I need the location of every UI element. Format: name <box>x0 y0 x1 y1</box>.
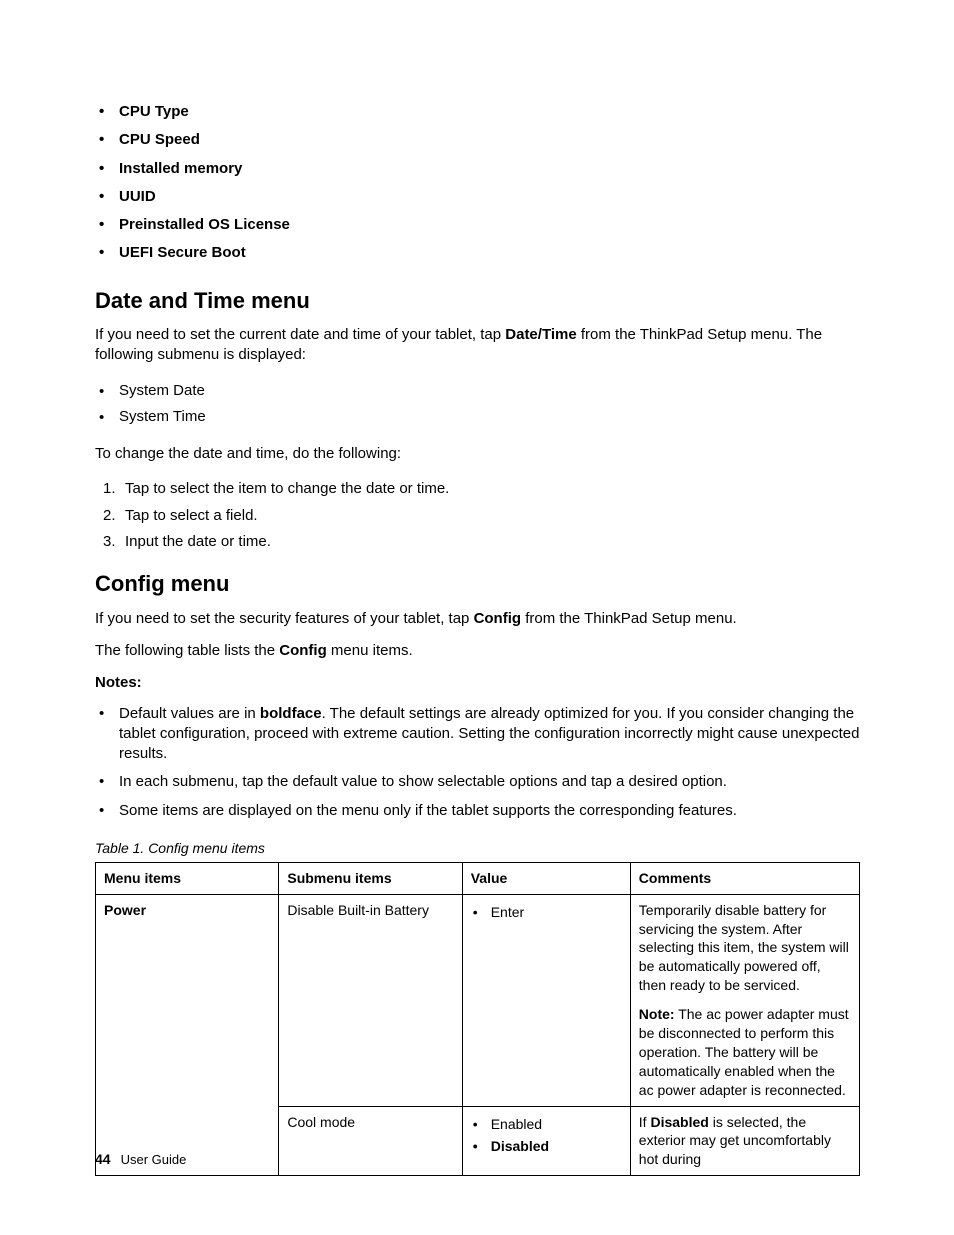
datetime-submenu-list: System Date System Time <box>95 378 860 431</box>
text: from the ThinkPad Setup menu. <box>521 610 737 627</box>
col-menu-items: Menu items <box>96 862 279 894</box>
footer-title: User Guide <box>121 1152 187 1167</box>
step-item: Tap to select a field. <box>103 503 860 529</box>
list-item: System Date <box>95 378 860 404</box>
cell-submenu: Cool mode <box>279 1106 462 1176</box>
text: If you need to set the security features… <box>95 610 474 627</box>
change-intro: To change the date and time, do the foll… <box>95 444 860 464</box>
page-footer: 44 User Guide <box>95 1150 186 1169</box>
config-table: Menu items Submenu items Value Comments … <box>95 862 860 1176</box>
text: menu items. <box>327 642 413 659</box>
text: If <box>639 1114 651 1130</box>
bold-term: Config <box>474 610 521 627</box>
date-time-intro: If you need to set the current date and … <box>95 325 860 366</box>
cell-value: Enter <box>462 894 630 1106</box>
cell-comments: If Disabled is selected, the exterior ma… <box>630 1106 859 1176</box>
col-comments: Comments <box>630 862 859 894</box>
notes-list: Default values are in boldface. The defa… <box>95 700 860 825</box>
list-item: CPU Speed <box>95 126 860 154</box>
table-header-row: Menu items Submenu items Value Comments <box>96 862 860 894</box>
comment-text: Temporarily disable battery for servicin… <box>639 901 851 995</box>
page-number: 44 <box>95 1151 111 1167</box>
note-item: Some items are displayed on the menu onl… <box>95 797 860 825</box>
bold-term: Disabled <box>650 1114 708 1130</box>
bold-term: Date/Time <box>505 326 576 343</box>
config-intro: If you need to set the security features… <box>95 609 860 629</box>
list-item: Installed memory <box>95 155 860 183</box>
text: The following table lists the <box>95 642 279 659</box>
notes-label: Notes: <box>95 673 860 693</box>
date-time-heading: Date and Time menu <box>95 286 860 316</box>
config-heading: Config menu <box>95 569 860 599</box>
steps-list: Tap to select the item to change the dat… <box>103 476 860 555</box>
system-info-list: CPU Type CPU Speed Installed memory UUID… <box>95 98 860 268</box>
text: If you need to set the current date and … <box>95 326 505 343</box>
note-item: Default values are in boldface. The defa… <box>95 700 860 769</box>
list-item: UUID <box>95 183 860 211</box>
step-item: Input the date or time. <box>103 529 860 555</box>
list-item: System Time <box>95 404 860 430</box>
bold-term: boldface <box>260 705 322 722</box>
list-item: CPU Type <box>95 98 860 126</box>
note-item: In each submenu, tap the default value t… <box>95 768 860 796</box>
cell-menu: Power <box>96 894 279 1176</box>
list-item: Preinstalled OS License <box>95 211 860 239</box>
page-content: CPU Type CPU Speed Installed memory UUID… <box>95 98 860 1176</box>
table-row: Power Disable Built-in Battery Enter Tem… <box>96 894 860 1106</box>
value-option: Enabled <box>471 1113 622 1136</box>
cell-value: Enabled Disabled <box>462 1106 630 1176</box>
value-option: Enter <box>471 901 622 924</box>
table-caption: Table 1. Config menu items <box>95 839 860 858</box>
col-submenu-items: Submenu items <box>279 862 462 894</box>
text: Default values are in <box>119 705 260 722</box>
config-table-sentence: The following table lists the Config men… <box>95 641 860 661</box>
bold-term: Config <box>279 642 326 659</box>
list-item: UEFI Secure Boot <box>95 239 860 267</box>
cell-comments: Temporarily disable battery for servicin… <box>630 894 859 1106</box>
comment-note: Note: The ac power adapter must be disco… <box>639 1005 851 1099</box>
cell-submenu: Disable Built-in Battery <box>279 894 462 1106</box>
step-item: Tap to select the item to change the dat… <box>103 476 860 502</box>
value-option-default: Disabled <box>471 1135 622 1158</box>
note-label: Note: <box>639 1006 675 1022</box>
col-value: Value <box>462 862 630 894</box>
